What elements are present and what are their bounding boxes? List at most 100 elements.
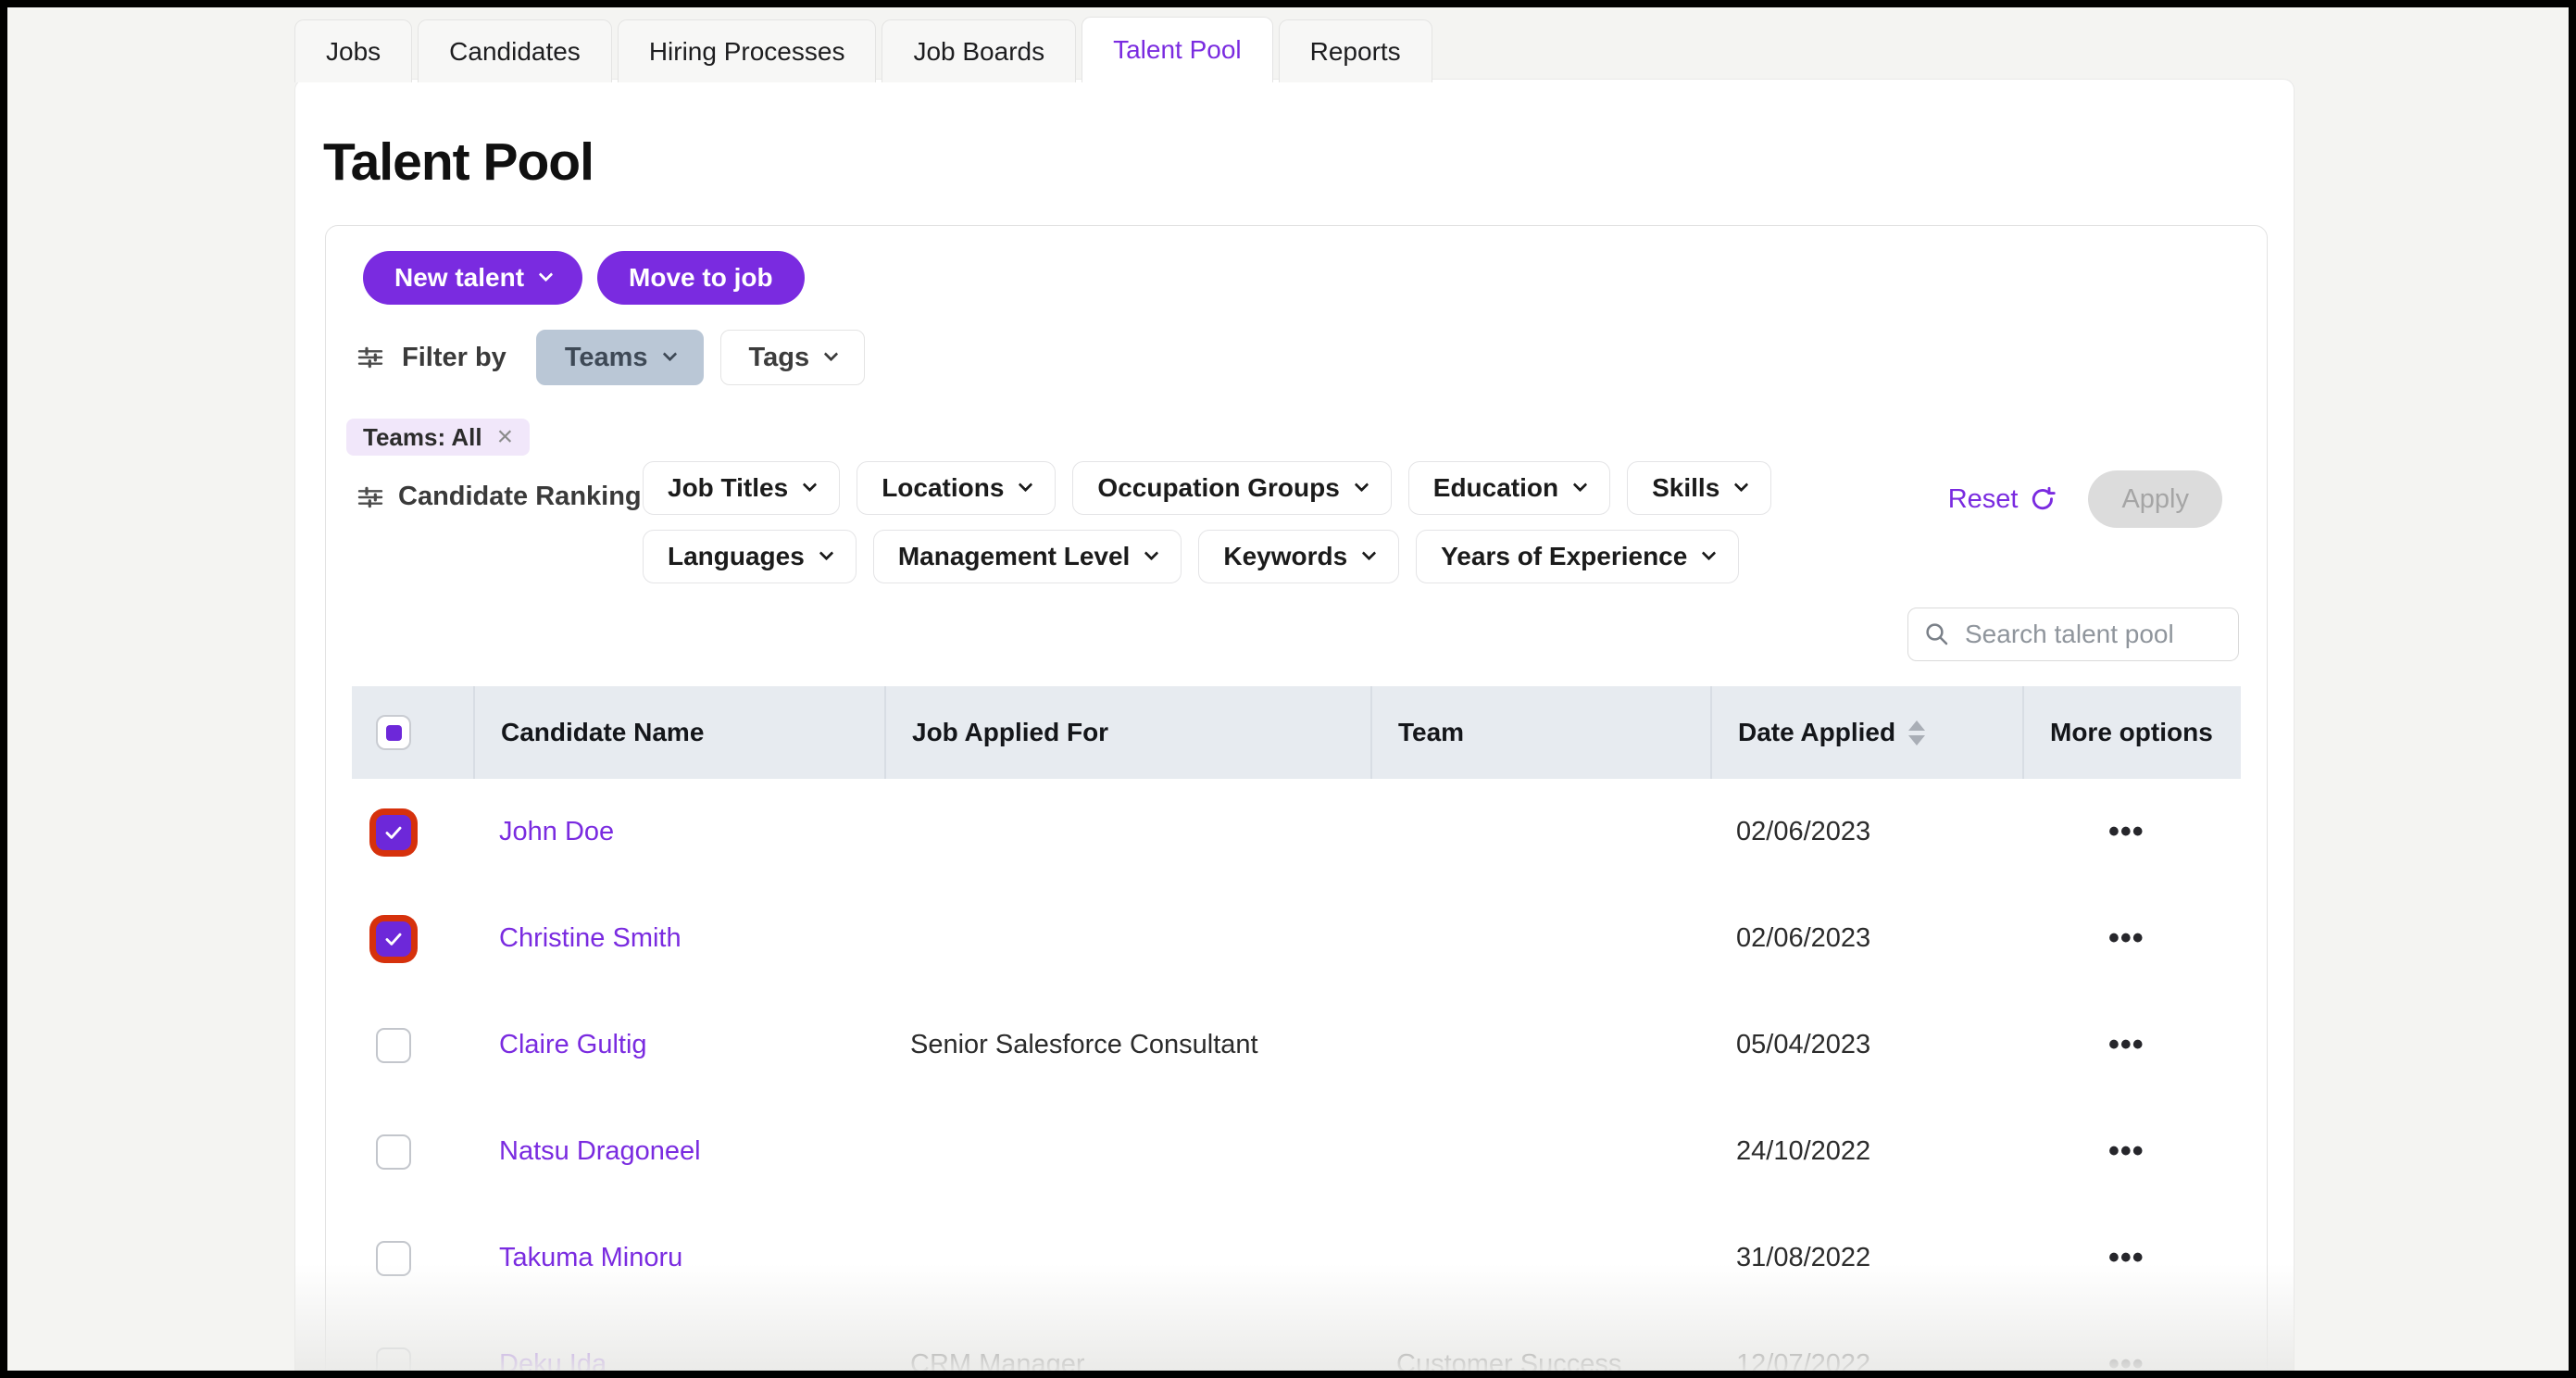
chevron-down-icon <box>824 346 839 361</box>
check-icon <box>381 927 406 951</box>
more-options-button[interactable]: ••• <box>2108 1240 2145 1275</box>
teams-filter-button[interactable]: Teams <box>536 330 704 385</box>
filter-button-label: Skills <box>1652 473 1719 503</box>
filter-skills-button[interactable]: Skills <box>1627 461 1771 515</box>
search-input[interactable] <box>1963 619 2223 650</box>
tags-filter-button[interactable]: Tags <box>720 330 866 385</box>
more-options-button[interactable]: ••• <box>2108 921 2145 956</box>
filter-management-level-button[interactable]: Management Level <box>873 530 1182 583</box>
filter-languages-button[interactable]: Languages <box>643 530 857 583</box>
chevron-down-icon <box>1734 477 1749 492</box>
date-applied-cell: 02/06/2023 <box>1710 817 2022 847</box>
page-background: Jobs Candidates Hiring Processes Job Boa… <box>7 7 2569 1371</box>
job-applied-cell: Senior Salesforce Consultant <box>884 1030 1370 1060</box>
filter-job-titles-button[interactable]: Job Titles <box>643 461 840 515</box>
chevron-down-icon <box>1019 477 1033 492</box>
table-header: Candidate Name Job Applied For Team Date… <box>352 686 2241 779</box>
tab-talent-pool[interactable]: Talent Pool <box>1082 17 1273 82</box>
filter-button-label: Keywords <box>1223 542 1347 571</box>
column-header-team[interactable]: Team <box>1370 686 1710 779</box>
filter-by-row: Filter by Teams Tags <box>356 330 2267 385</box>
select-all-checkbox[interactable] <box>376 715 411 750</box>
indeterminate-mark <box>386 725 402 741</box>
row-checkbox[interactable] <box>376 1028 411 1063</box>
ranking-filters-row-1: Job Titles Locations Occupation Groups E… <box>643 461 1771 515</box>
sort-descending-icon <box>1908 735 1925 745</box>
teams-all-chip-label: Teams: All <box>363 423 482 452</box>
sort-ascending-icon <box>1908 720 1925 731</box>
tab-candidates[interactable]: Candidates <box>418 19 612 82</box>
column-header-job-applied-for[interactable]: Job Applied For <box>884 686 1370 779</box>
apply-button[interactable]: Apply <box>2088 470 2222 528</box>
column-header-date-applied[interactable]: Date Applied <box>1710 686 2022 779</box>
candidate-name-link[interactable]: John Doe <box>499 817 614 846</box>
content-panel: Talent Pool New talent Move to job Filte… <box>294 79 2295 1371</box>
candidate-name-link[interactable]: Claire Gultig <box>499 1030 647 1059</box>
column-header-candidate-name[interactable]: Candidate Name <box>473 686 884 779</box>
filter-button-label: Education <box>1433 473 1558 503</box>
talent-pool-card: New talent Move to job Filter by Teams <box>325 225 2268 1371</box>
row-checkbox[interactable] <box>376 1134 411 1170</box>
more-options-cell: ••• <box>2022 1135 2241 1169</box>
sort-icon[interactable] <box>1908 720 1925 745</box>
row-checkbox[interactable] <box>376 1241 411 1276</box>
more-options-cell: ••• <box>2022 816 2241 849</box>
column-header-more-options: More options <box>2022 686 2241 779</box>
chevron-down-icon <box>1573 477 1588 492</box>
candidate-name-link[interactable]: Christine Smith <box>499 923 682 953</box>
refresh-icon <box>2029 485 2057 513</box>
more-options-button[interactable]: ••• <box>2108 1347 2145 1372</box>
talent-pool-table: Candidate Name Job Applied For Team Date… <box>352 686 2241 1371</box>
filter-education-button[interactable]: Education <box>1408 461 1610 515</box>
more-options-button[interactable]: ••• <box>2108 1027 2145 1062</box>
more-options-cell: ••• <box>2022 1348 2241 1372</box>
row-checkbox[interactable] <box>376 921 411 957</box>
move-to-job-label: Move to job <box>629 263 773 293</box>
filter-keywords-button[interactable]: Keywords <box>1198 530 1399 583</box>
chevron-down-icon <box>539 267 554 282</box>
candidate-name-link[interactable]: Deku Ida <box>499 1349 606 1371</box>
candidate-name-link[interactable]: Takuma Minoru <box>499 1243 682 1272</box>
row-checkbox[interactable] <box>376 815 411 850</box>
chevron-down-icon <box>1362 545 1377 560</box>
tab-reports[interactable]: Reports <box>1279 19 1432 82</box>
filter-button-label: Languages <box>668 542 805 571</box>
more-options-cell: ••• <box>2022 1029 2241 1062</box>
candidate-ranking-label: Candidate Ranking <box>398 482 642 512</box>
move-to-job-button[interactable]: Move to job <box>597 251 805 305</box>
select-all-header-cell <box>352 686 473 779</box>
new-talent-button[interactable]: New talent <box>363 251 582 305</box>
reset-label: Reset <box>1948 484 2019 515</box>
filter-occupation-groups-button[interactable]: Occupation Groups <box>1072 461 1391 515</box>
candidate-name-cell: Christine Smith <box>473 923 884 954</box>
candidate-name-cell: Takuma Minoru <box>473 1243 884 1273</box>
tab-job-boards[interactable]: Job Boards <box>882 19 1076 82</box>
filter-years-of-experience-button[interactable]: Years of Experience <box>1416 530 1739 583</box>
reset-button[interactable]: Reset <box>1943 483 2063 516</box>
filter-button-label: Locations <box>882 473 1004 503</box>
more-options-button[interactable]: ••• <box>2108 814 2145 849</box>
team-cell: Customer Success <box>1370 1349 1710 1371</box>
row-checkbox-cell <box>352 1028 473 1063</box>
page-title: Talent Pool <box>323 132 594 193</box>
candidate-ranking-label-group: Candidate Ranking <box>356 482 643 512</box>
ranking-filters: Job Titles Locations Occupation Groups E… <box>643 461 1771 583</box>
remove-chip-icon[interactable]: × <box>497 423 514 451</box>
more-options-button[interactable]: ••• <box>2108 1134 2145 1169</box>
tab-jobs[interactable]: Jobs <box>294 19 412 82</box>
candidate-name-link[interactable]: Natsu Dragoneel <box>499 1136 701 1166</box>
chevron-down-icon <box>803 477 818 492</box>
filter-button-label: Years of Experience <box>1441 542 1687 571</box>
chevron-down-icon <box>1702 545 1717 560</box>
table-row: Deku Ida CRM Manager Customer Success 12… <box>352 1311 2241 1371</box>
date-applied-cell: 31/08/2022 <box>1710 1243 2022 1273</box>
search-icon <box>1923 620 1951 648</box>
job-applied-cell: CRM Manager <box>884 1349 1370 1371</box>
more-options-cell: ••• <box>2022 922 2241 956</box>
filter-button-label: Management Level <box>898 542 1131 571</box>
filter-locations-button[interactable]: Locations <box>857 461 1056 515</box>
filter-button-label: Occupation Groups <box>1097 473 1339 503</box>
tab-hiring-processes[interactable]: Hiring Processes <box>618 19 877 82</box>
row-checkbox[interactable] <box>376 1347 411 1372</box>
ranking-actions: Reset Apply <box>1943 470 2267 528</box>
